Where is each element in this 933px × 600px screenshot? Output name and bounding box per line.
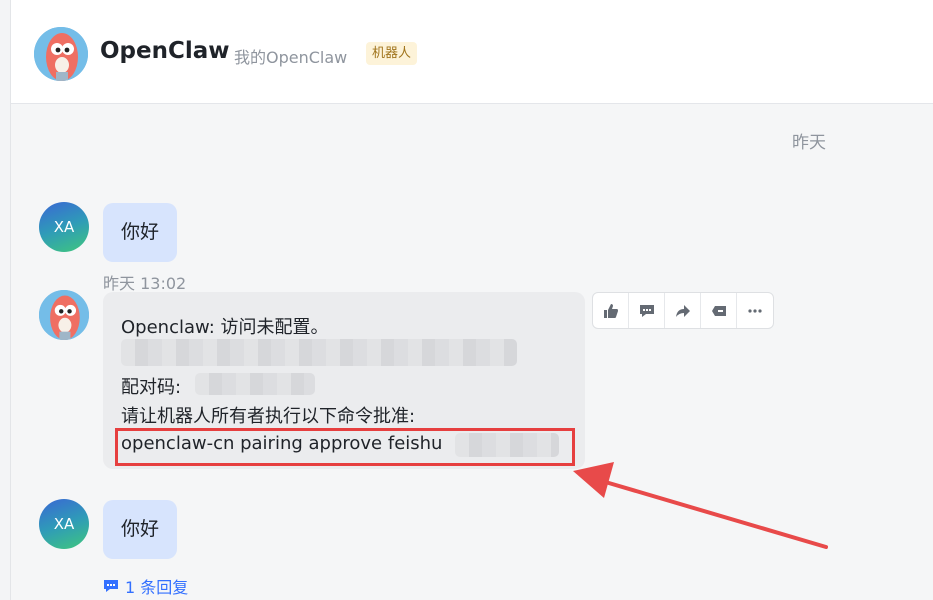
annotation-arrow-icon: [573, 462, 828, 549]
